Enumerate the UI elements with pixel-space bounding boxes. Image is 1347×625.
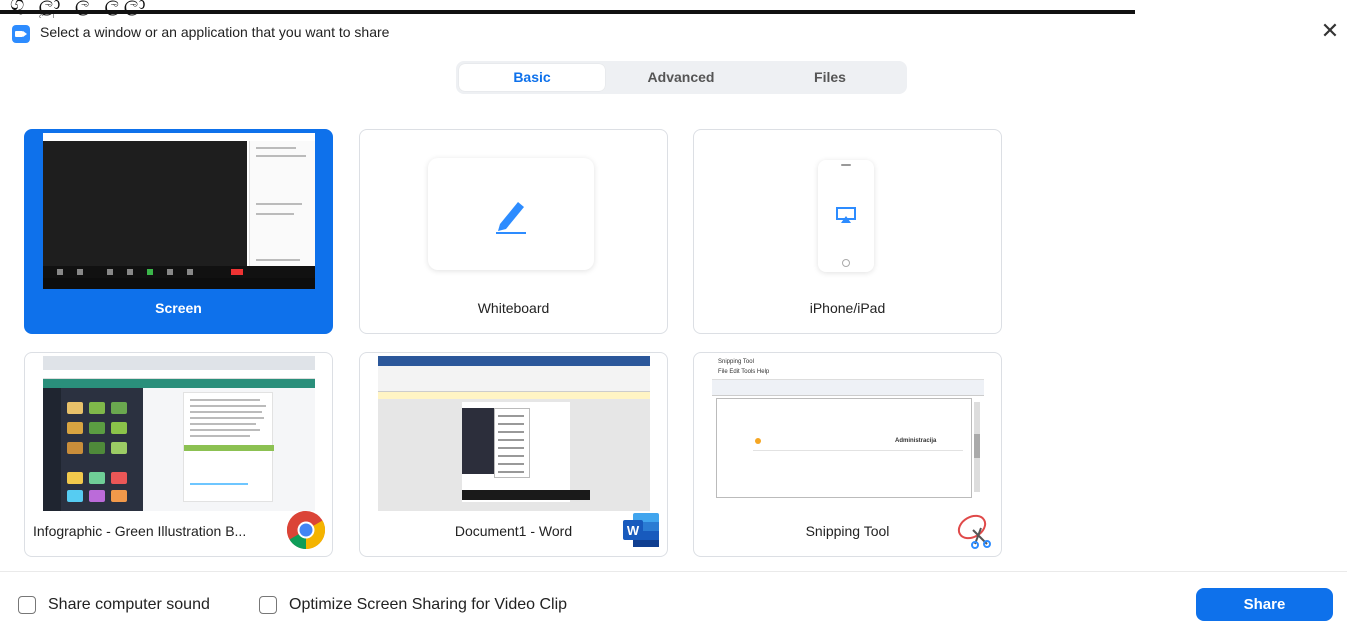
- share-sound-checkbox[interactable]: [18, 596, 36, 614]
- title-bar: Select a window or an application that y…: [0, 18, 1347, 48]
- tab-files[interactable]: Files: [757, 64, 903, 91]
- close-icon[interactable]: ✕: [1318, 20, 1342, 44]
- preview-snip-scrollbar: [974, 402, 980, 492]
- preview-snip-title: Snipping Tool: [718, 359, 754, 365]
- share-button[interactable]: Share: [1196, 588, 1333, 621]
- preview-templates-panel: [61, 388, 143, 511]
- pencil-icon: [496, 202, 526, 234]
- preview-context-menu: [494, 408, 530, 478]
- preview-snip-menu: File Edit Tools Help: [718, 369, 770, 375]
- share-option-word-window[interactable]: Document1 - Word W: [359, 352, 668, 557]
- phone-home-button: [842, 259, 850, 267]
- preview-word-ribbon: [378, 366, 650, 392]
- scissors-icon: [957, 514, 991, 549]
- share-option-whiteboard[interactable]: Whiteboard: [359, 129, 668, 334]
- window-title: Select a window or an application that y…: [40, 24, 390, 40]
- preview-word-titlebar: [378, 356, 650, 366]
- preview-snip-titlebar: Snipping Tool File Edit Tools Help: [712, 356, 984, 380]
- svg-text:W: W: [627, 523, 640, 538]
- preview-video-area: [43, 141, 247, 266]
- top-clipped-strip: ගු ලුා ල ලලා: [0, 0, 1347, 18]
- preview-info-bar: [378, 392, 650, 399]
- optimize-video-checkbox[interactable]: [259, 596, 277, 614]
- share-option-snipping-tool[interactable]: Snipping Tool File Edit Tools Help Admin…: [693, 352, 1002, 557]
- chrome-window-preview: [43, 356, 315, 511]
- preview-meeting-toolbar: [43, 266, 315, 278]
- share-tabs: Basic Advanced Files: [456, 61, 907, 94]
- phone-speaker: [841, 164, 851, 166]
- preview-editor-nav: [43, 379, 315, 388]
- card-label: Whiteboard: [477, 300, 550, 316]
- preview-document-page: [183, 392, 274, 502]
- share-option-chrome-window[interactable]: Infographic - Green Illustration B...: [24, 352, 333, 557]
- preview-snip-row: Administracija: [753, 437, 963, 451]
- share-sound-label: Share computer sound: [48, 596, 210, 613]
- preview-meeting-bar: [462, 490, 590, 500]
- clipped-divider: [0, 10, 1135, 14]
- share-footer: Share computer sound Optimize Screen Sha…: [0, 571, 1347, 625]
- card-label: Infographic - Green Illustration B...: [33, 523, 247, 539]
- preview-address-bar: [43, 370, 315, 379]
- screen-preview: [43, 133, 315, 289]
- preview-taskbar: [43, 278, 315, 289]
- card-label: Screen: [155, 300, 202, 316]
- optimize-video-label: Optimize Screen Sharing for Video Clip: [289, 596, 568, 613]
- phone-tile: [818, 160, 874, 272]
- whiteboard-tile: [428, 158, 594, 270]
- card-label: iPhone/iPad: [809, 300, 886, 316]
- word-window-preview: [378, 356, 650, 511]
- share-option-iphone-ipad[interactable]: iPhone/iPad: [693, 129, 1002, 334]
- chrome-icon: [286, 510, 326, 550]
- preview-dark-image: [462, 408, 494, 474]
- snipping-window-preview: Snipping Tool File Edit Tools Help Admin…: [712, 356, 984, 511]
- preview-editor-sidebar: [43, 388, 61, 511]
- preview-browser-tabs: [43, 356, 315, 370]
- tab-basic[interactable]: Basic: [459, 64, 605, 91]
- preview-snip-canvas: Administracija: [716, 398, 972, 498]
- tab-advanced[interactable]: Advanced: [608, 64, 754, 91]
- airplay-icon: [836, 207, 856, 223]
- zoom-app-icon: [12, 25, 30, 43]
- preview-snip-toolbar: [712, 380, 984, 396]
- preview-participants-panel: [249, 141, 315, 273]
- share-option-screen[interactable]: Screen: [24, 129, 333, 334]
- word-icon: W: [623, 513, 659, 547]
